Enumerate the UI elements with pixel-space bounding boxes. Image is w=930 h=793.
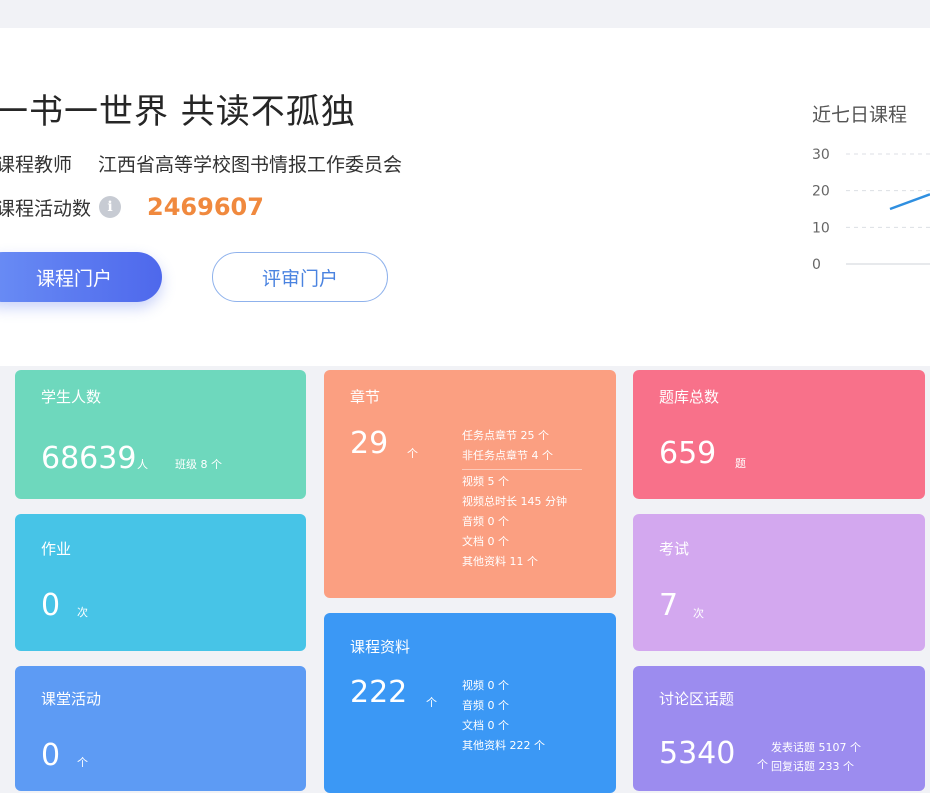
teacher-value: 江西省高等学校图书情报工作委员会	[98, 154, 403, 176]
card-label: 学生人数	[41, 388, 102, 406]
card-value: 659	[659, 436, 717, 471]
classroom-activity-card[interactable]: 课堂活动 0 个	[15, 666, 306, 791]
discussion-topics-card[interactable]: 讨论区话题 5340 个 发表话题 5107 个 回复话题 233 个	[633, 666, 925, 791]
card-unit: 个	[426, 696, 437, 709]
card-label: 作业	[41, 540, 72, 558]
detail-item: 任务点章节 25 个	[462, 429, 549, 442]
exam-card[interactable]: 考试 7 次	[633, 514, 925, 651]
detail-item: 其他资料 11 个	[462, 555, 538, 568]
card-unit: 个	[407, 447, 418, 460]
detail-item: 视频总时长 145 分钟	[462, 495, 567, 508]
card-unit: 人	[137, 458, 148, 471]
detail-item: 其他资料 222 个	[462, 739, 545, 752]
activity-label: 课程活动数	[0, 197, 92, 220]
card-unit: 次	[77, 606, 88, 619]
card-label: 课堂活动	[41, 690, 102, 708]
detail-item: 视频 0 个	[462, 679, 509, 692]
teacher-row: 课程教师 江西省高等学校图书情报工作委员会	[0, 150, 402, 177]
seven-day-chart: 30 20 10 0	[812, 147, 930, 273]
course-resources-card[interactable]: 课程资料 222 个 视频 0 个 音频 0 个 文档 0 个 其他资料 222…	[324, 613, 616, 793]
detail-item: 视频 5 个	[462, 475, 509, 488]
detail-item: 非任务点章节 4 个	[462, 449, 553, 462]
card-label: 讨论区话题	[659, 690, 735, 708]
card-value: 0	[41, 588, 61, 623]
detail-item: 音频 0 个	[462, 699, 509, 712]
card-value: 222	[350, 675, 408, 710]
resource-details: 视频 0 个 音频 0 个 文档 0 个 其他资料 222 个	[462, 676, 545, 756]
review-portal-button[interactable]: 评审门户	[212, 252, 388, 302]
divider	[462, 469, 582, 470]
card-value: 0	[41, 738, 61, 773]
y-tick-label: 20	[812, 184, 830, 200]
card-value: 68639	[41, 441, 137, 476]
y-tick-label: 0	[812, 257, 821, 273]
card-value: 5340	[659, 736, 736, 771]
card-value: 29	[350, 426, 389, 461]
course-title: 一书一世界 共读不孤独	[0, 92, 356, 132]
card-label: 考试	[659, 540, 690, 558]
chapters-card[interactable]: 章节 29 个 任务点章节 25 个 非任务点章节 4 个 视频 5 个 视频总…	[324, 370, 616, 598]
series-line	[889, 193, 930, 211]
y-tick-label: 10	[812, 220, 830, 236]
chapter-task-details: 任务点章节 25 个 非任务点章节 4 个	[462, 426, 553, 466]
detail-item: 回复话题 233 个	[771, 760, 854, 773]
card-unit: 次	[693, 607, 704, 620]
detail-item: 文档 0 个	[462, 719, 509, 732]
detail-item: 发表话题 5107 个	[771, 741, 861, 754]
card-value: 7	[659, 588, 679, 623]
card-unit: 个	[77, 756, 88, 769]
discussion-details: 发表话题 5107 个 回复话题 233 个	[771, 738, 861, 776]
homework-card[interactable]: 作业 0 次	[15, 514, 306, 651]
card-unit: 个	[757, 758, 768, 771]
activity-row: 课程活动数 i 2469607	[0, 193, 264, 221]
question-bank-card[interactable]: 题库总数 659 题	[633, 370, 925, 499]
detail-item: 文档 0 个	[462, 535, 509, 548]
chapter-resource-details: 视频 5 个 视频总时长 145 分钟 音频 0 个 文档 0 个 其他资料 1…	[462, 472, 567, 572]
chart-title: 近七日课程	[812, 104, 908, 126]
students-card[interactable]: 学生人数 68639 人 班级 8 个	[15, 370, 306, 499]
y-tick-label: 30	[812, 147, 830, 163]
activity-count: 2469607	[147, 193, 264, 221]
card-label: 课程资料	[350, 638, 411, 656]
course-portal-button[interactable]: 课程门户	[0, 252, 162, 302]
info-icon[interactable]: i	[99, 196, 122, 218]
card-label: 题库总数	[659, 388, 720, 406]
detail-item: 音频 0 个	[462, 515, 509, 528]
card-unit: 题	[735, 457, 746, 470]
class-count: 班级 8 个	[175, 458, 222, 471]
card-label: 章节	[350, 388, 381, 406]
teacher-label: 课程教师	[0, 154, 73, 176]
